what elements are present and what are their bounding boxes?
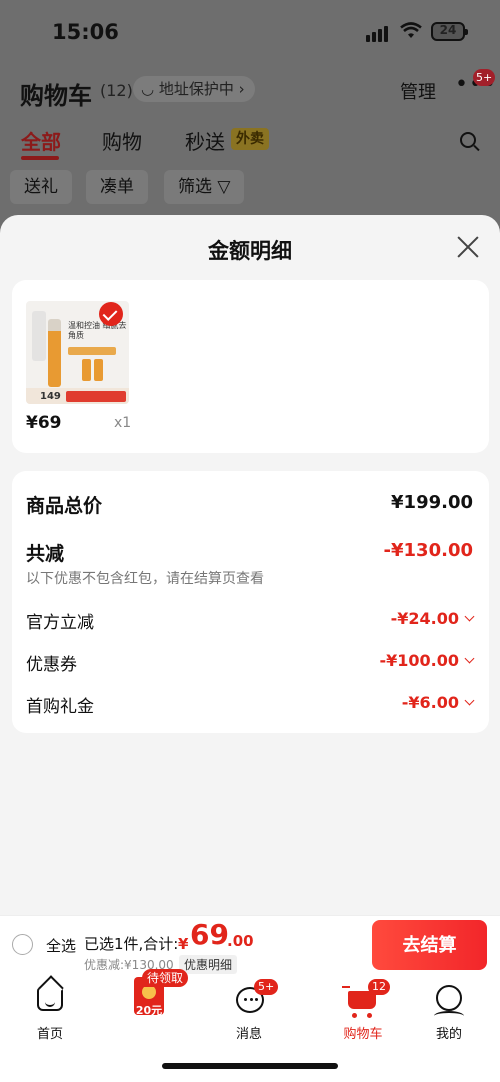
cart-count: (12) <box>100 81 133 100</box>
selected-summary: 已选1件,合计: <box>84 935 179 953</box>
address-protect-pill[interactable]: ◡ 地址保护中 › <box>133 76 255 102</box>
tab-all[interactable]: 全部 <box>21 126 61 155</box>
tab-underline <box>21 156 59 160</box>
price-summary-card: 商品总价 ¥199.00 共减 -¥130.00 以下优惠不包含红包，请在结算页… <box>12 471 489 733</box>
discount-row-value[interactable]: -¥24.00 <box>391 609 459 628</box>
tabbar-me-label: 我的 <box>435 1027 462 1042</box>
discount-row-label: 优惠券 <box>26 655 77 675</box>
chip-gift[interactable]: 送礼 <box>10 170 72 204</box>
chevron-right-icon: › <box>238 80 245 98</box>
battery-level: 24 <box>439 23 457 37</box>
cart-badge: 12 <box>368 979 390 995</box>
cart-header: 购物车 (12) ◡ 地址保护中 › 管理 ••• 5+ 全部 购物 秒送 外卖… <box>0 64 500 214</box>
item-price: ¥69 <box>26 413 62 433</box>
signal-icon <box>366 24 392 42</box>
pending-badge: 待领取 <box>142 969 189 987</box>
shield-icon: ◡ <box>141 80 155 98</box>
reduction-value: -¥130.00 <box>383 540 473 561</box>
chevron-down-icon[interactable] <box>464 611 475 622</box>
chip-filter[interactable]: 筛选 ▽ <box>164 170 245 204</box>
chevron-down-icon[interactable] <box>464 695 475 706</box>
tabbar-home-label: 首页 <box>36 1027 63 1042</box>
tabbar-messages-label: 消息 <box>235 1027 262 1042</box>
sheet-title: 金额明细 <box>208 239 292 263</box>
status-bar: 15:06 24 <box>0 0 500 64</box>
reduction-label: 共减 <box>26 543 65 565</box>
more-badge: 5+ <box>473 69 496 86</box>
battery-icon: 24 <box>431 22 468 41</box>
selected-items-card: 温和控油 细腻去角质 149 ¥69 x1 <box>12 280 489 453</box>
select-all-radio[interactable] <box>12 934 33 955</box>
bottom-tab-bar: 首页 20元 待领取 5+ 消息 12 购物车 我的 <box>0 969 500 1082</box>
discount-row-value[interactable]: -¥6.00 <box>402 693 459 712</box>
home-indicator <box>162 1063 338 1069</box>
total-value: ¥199.00 <box>391 492 473 513</box>
discount-note: 以下优惠不包含红包，请在结算页查看 <box>26 571 264 587</box>
discount-row-label: 官方立减 <box>26 613 94 633</box>
chip-filter-label: 筛选 <box>178 177 212 197</box>
tab-shopping[interactable]: 购物 <box>102 126 142 155</box>
filter-icon: ▽ <box>217 177 231 197</box>
discount-row-value[interactable]: -¥100.00 <box>379 651 459 670</box>
discount-row-label: 首购礼金 <box>26 697 94 717</box>
address-protect-label: 地址保护中 <box>158 80 234 98</box>
item-quantity: x1 <box>114 415 132 431</box>
amount-detail-sheet: 金额明细 温和控油 细腻去角质 149 ¥69 x1 商品总价 ¥199.00 … <box>0 215 500 915</box>
tab-instant[interactable]: 秒送 <box>185 126 225 155</box>
checkout-bar: 全选 已选1件,合计: ¥ 69 .00 优惠减:¥130.00 优惠明细 去结… <box>0 915 500 975</box>
home-icon <box>37 987 63 1011</box>
tabbar-cart-label: 购物车 <box>343 1027 383 1042</box>
wifi-icon <box>400 22 422 38</box>
profile-icon <box>434 985 464 1013</box>
page-title: 购物车 <box>20 82 92 110</box>
total-currency: ¥ <box>178 935 189 953</box>
status-time: 15:06 <box>52 20 119 44</box>
red-packet-amount: 20元 <box>135 1004 163 1017</box>
select-all-label[interactable]: 全选 <box>46 935 76 956</box>
messages-badge: 5+ <box>254 979 279 995</box>
chevron-down-icon[interactable] <box>464 653 475 664</box>
total-amount: 69 <box>190 918 229 951</box>
checkout-button[interactable]: 去结算 <box>372 920 487 970</box>
waimai-tag: 外卖 <box>231 128 269 150</box>
discount-detail-link[interactable]: 优惠明细 <box>179 955 238 974</box>
product-image-price: 149 <box>40 391 61 402</box>
manage-button[interactable]: 管理 <box>400 78 436 104</box>
checkmark-icon[interactable] <box>99 302 123 326</box>
chip-bundle[interactable]: 凑单 <box>86 170 148 204</box>
product-image-caption: 温和控油 细腻去角质 <box>68 321 127 340</box>
total-label: 商品总价 <box>26 495 103 517</box>
cart-tabs: 全部 购物 秒送 外卖 <box>0 126 500 160</box>
close-icon[interactable] <box>456 235 480 259</box>
total-decimals: .00 <box>227 932 254 950</box>
